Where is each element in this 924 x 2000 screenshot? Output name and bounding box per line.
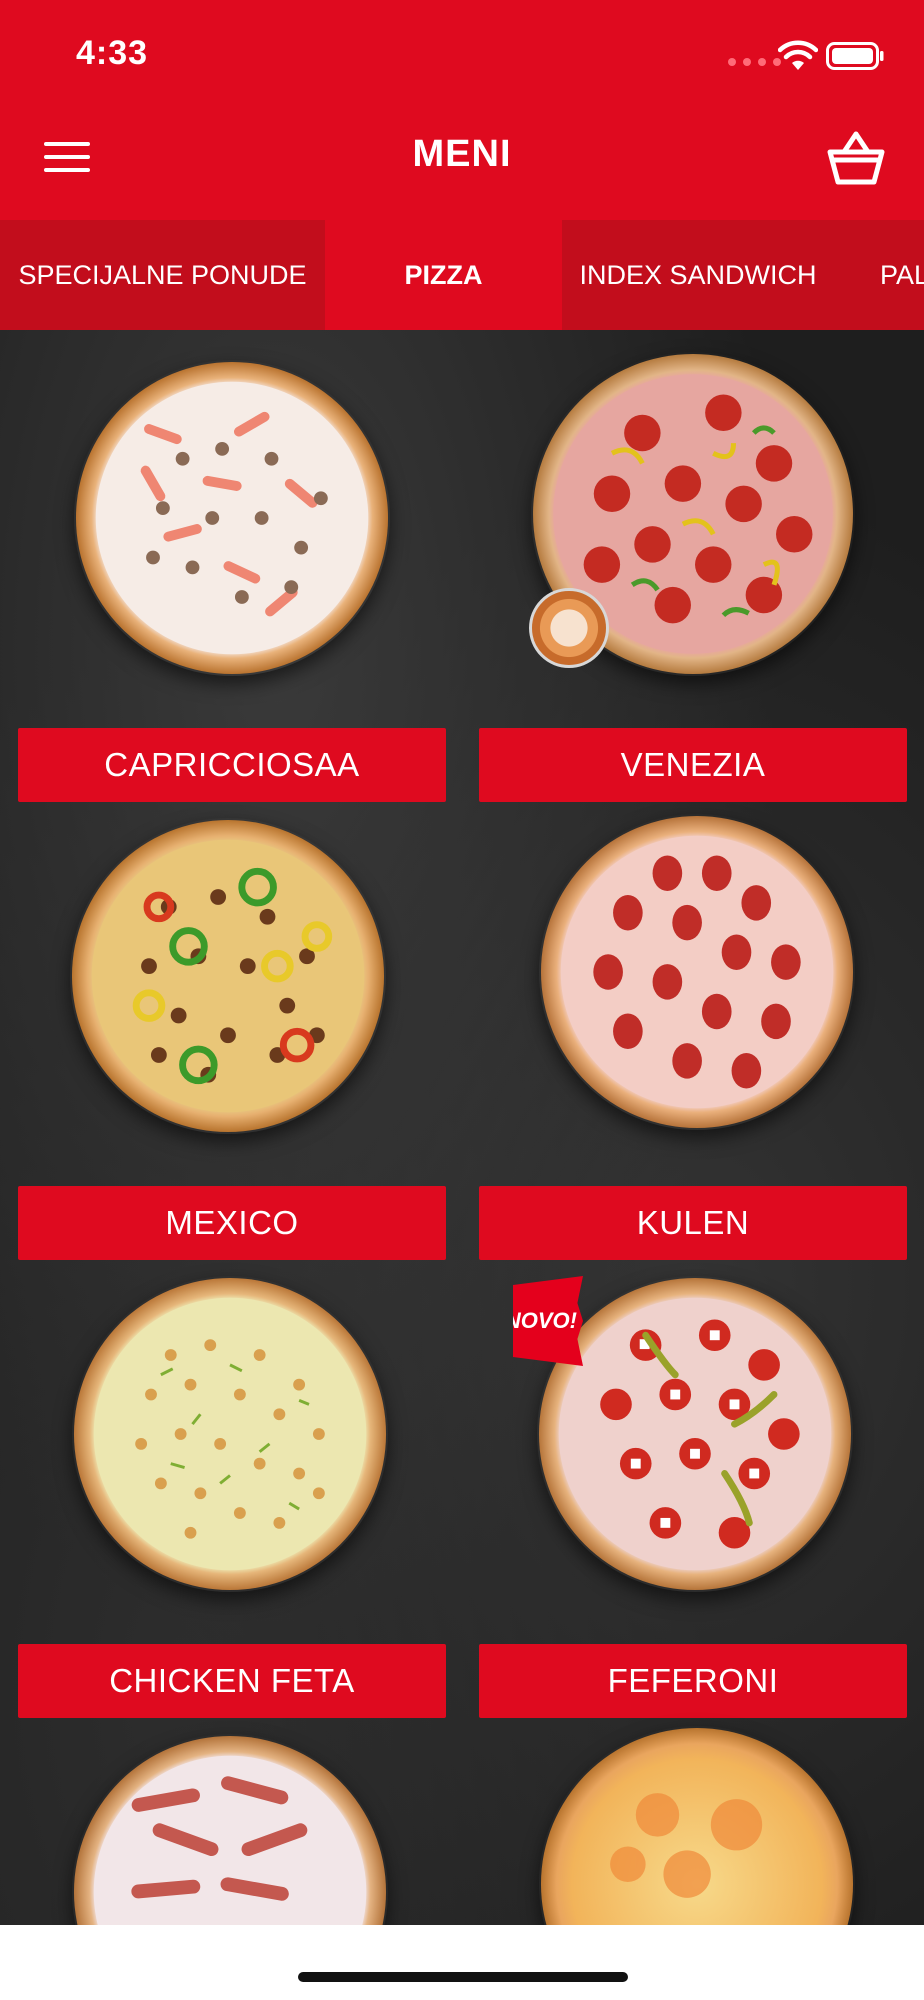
- pizza-image: [538, 1277, 852, 1591]
- app-screen: 4:33 MENI SPECIJALNE PONUDE PIZZA INDEX …: [0, 0, 924, 2000]
- product-card-mexico[interactable]: MEXICO: [18, 818, 446, 1260]
- product-card-chicken-feta[interactable]: CHICKEN FETA: [18, 1276, 446, 1718]
- category-tabs: SPECIJALNE PONUDE PIZZA INDEX SANDWICH P…: [0, 220, 924, 330]
- status-time: 4:33: [76, 34, 149, 72]
- product-button-mexico[interactable]: MEXICO: [18, 1186, 446, 1260]
- tab-specijalne-ponude[interactable]: SPECIJALNE PONUDE: [0, 220, 325, 330]
- tab-pal[interactable]: PAL: [834, 220, 924, 330]
- product-card-bacon[interactable]: [18, 1734, 446, 1925]
- pizza-image: [541, 1728, 853, 1925]
- product-card-cheese[interactable]: [479, 1728, 907, 1925]
- product-button-venezia[interactable]: VENEZIA: [479, 728, 907, 802]
- tab-index-sandwich[interactable]: INDEX SANDWICH: [562, 220, 834, 330]
- product-card-venezia[interactable]: VENEZIA: [479, 354, 907, 802]
- pizza-image: [73, 1277, 387, 1591]
- header-bar: 4:33 MENI: [0, 0, 924, 220]
- product-card-capricciosaa[interactable]: CAPRICCIOSAA: [18, 360, 446, 802]
- pizza-image: [540, 815, 854, 1129]
- product-grid: CAPRICCIOSAA VENEZIA MEXICO KULEN CHICKE…: [0, 330, 924, 1925]
- pizza-image: [74, 1736, 386, 1925]
- home-indicator[interactable]: [298, 1972, 628, 1982]
- tab-pizza[interactable]: PIZZA: [325, 220, 562, 330]
- basket-icon[interactable]: [826, 130, 886, 186]
- product-button-chicken-feta[interactable]: CHICKEN FETA: [18, 1644, 446, 1718]
- pizza-image: [75, 361, 389, 675]
- product-card-kulen[interactable]: KULEN: [479, 815, 907, 1260]
- thumbnail-icon: [529, 588, 609, 668]
- novo-badge: NOVO!: [513, 1276, 583, 1366]
- product-button-kulen[interactable]: KULEN: [479, 1186, 907, 1260]
- wifi-icon: [778, 40, 818, 70]
- product-card-feferoni[interactable]: NOVO! FEFERONI: [479, 1276, 907, 1718]
- signal-icon: [728, 58, 781, 66]
- product-button-feferoni[interactable]: FEFERONI: [479, 1644, 907, 1718]
- page-title: MENI: [412, 133, 512, 175]
- battery-icon: [826, 42, 884, 70]
- pizza-image: [71, 819, 385, 1133]
- home-bar-area: [0, 1925, 924, 2000]
- product-button-capricciosaa[interactable]: CAPRICCIOSAA: [18, 728, 446, 802]
